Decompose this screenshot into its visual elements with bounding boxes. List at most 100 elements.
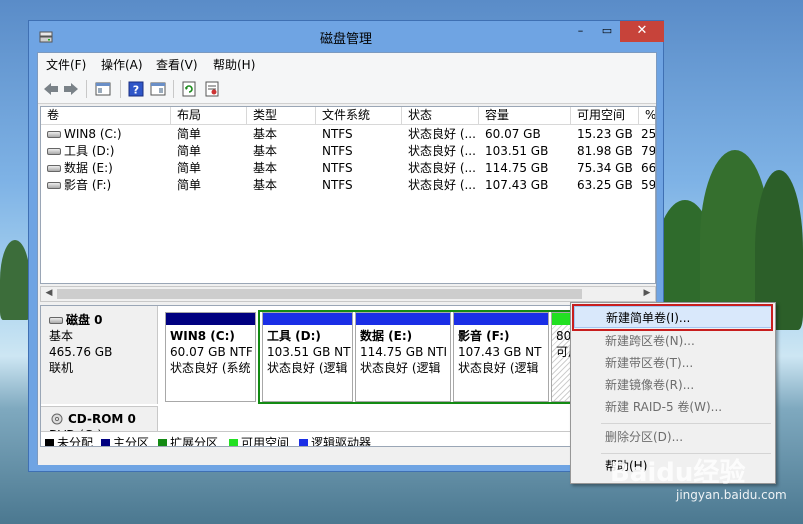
volume-status: 状态良好 (...: [408, 161, 476, 175]
menu-separator: [601, 423, 771, 424]
legend-label: 主分区: [113, 436, 150, 447]
menu-file[interactable]: 文件(F): [46, 56, 86, 73]
menu-action[interactable]: 操作(A): [101, 56, 143, 73]
partition-title: WIN8 (C:): [170, 329, 235, 343]
partition-e[interactable]: 数据 (E:) 114.75 GB NTI 状态良好 (逻辑: [355, 312, 451, 402]
legend-label: 扩展分区: [170, 436, 219, 447]
menu-item-delete-partition[interactable]: 删除分区(D)...: [574, 426, 772, 448]
forward-arrow-icon[interactable]: [61, 79, 81, 99]
partition-type-bar: [263, 313, 352, 325]
partition-status: 状态良好 (逻辑: [360, 361, 441, 375]
partition-status: 状态良好 (逻辑: [267, 361, 348, 375]
volume-filesystem: NTFS: [322, 178, 353, 192]
refresh-icon[interactable]: [179, 79, 199, 99]
drive-icon: [47, 165, 61, 172]
volume-percent: 25: [641, 127, 656, 141]
volume-filesystem: NTFS: [322, 127, 353, 141]
toolbar-separator: [173, 80, 174, 98]
minimize-button[interactable]: –: [567, 21, 594, 42]
toolbar-separator: [120, 80, 121, 98]
disk-graphical-view: 磁盘 0 基本 465.76 GB 联机 WIN8 (C:) 60.07 GB …: [40, 305, 656, 447]
partition-size: 60.07 GB NTF: [170, 345, 253, 359]
title-bar[interactable]: 磁盘管理 – ▭ ✕: [29, 21, 664, 52]
legend-item: 主分区: [101, 434, 150, 447]
panel-icon[interactable]: [148, 79, 168, 99]
volume-free-space: 63.25 GB: [577, 178, 633, 192]
legend-swatch: [158, 439, 167, 446]
disk-name: 磁盘 0: [66, 313, 103, 327]
maximize-button[interactable]: ▭: [594, 21, 620, 42]
disk-name: CD-ROM 0: [68, 412, 136, 426]
legend-item: 未分配: [45, 434, 94, 447]
volume-free-space: 81.98 GB: [577, 144, 633, 158]
volume-filesystem: NTFS: [322, 161, 353, 175]
partition-size: 107.43 GB NT: [458, 345, 542, 359]
volume-layout: 简单: [177, 127, 202, 141]
watermark-url: jingyan.baidu.com: [676, 488, 787, 502]
watermark-logo: Baidu经验: [610, 458, 746, 488]
partition-c[interactable]: WIN8 (C:) 60.07 GB NTF 状态良好 (系统: [165, 312, 256, 402]
close-button[interactable]: ✕: [620, 21, 664, 42]
partition-type-bar: [356, 313, 450, 325]
partition-title: 数据 (E:): [360, 329, 413, 343]
partition-status: 状态良好 (系统: [170, 361, 251, 375]
scrollbar-thumb[interactable]: [57, 289, 582, 299]
volume-percent: 66: [641, 161, 656, 175]
menu-item-new-mirrored-volume[interactable]: 新建镜像卷(R)...: [574, 374, 772, 396]
legend-item: 可用空间: [229, 434, 289, 446]
toolbar-separator: [86, 80, 87, 98]
status-bar: [38, 449, 656, 465]
legend: 未分配 主分区 扩展分区 可用空间 逻辑驱动器: [41, 431, 655, 447]
scroll-left-icon[interactable]: ◀: [42, 288, 56, 298]
column-header-free-space[interactable]: 可用空间: [571, 107, 639, 125]
disk-0-label[interactable]: 磁盘 0 基本 465.76 GB 联机: [41, 306, 158, 404]
scroll-right-icon[interactable]: ▶: [640, 288, 654, 298]
column-header-percent[interactable]: %: [639, 107, 655, 125]
legend-label: 未分配: [57, 436, 94, 447]
menu-item-new-striped-volume[interactable]: 新建带区卷(T)...: [574, 352, 772, 374]
volume-name: 影音 (F:): [64, 178, 112, 192]
drive-icon: [47, 148, 61, 155]
drive-icon: [47, 131, 61, 138]
legend-item: 逻辑驱动器: [299, 434, 371, 446]
volume-capacity: 107.43 GB: [485, 178, 549, 192]
svg-text:?: ?: [133, 84, 139, 97]
help-icon[interactable]: ?: [126, 79, 146, 99]
volume-layout: 简单: [177, 144, 202, 158]
volume-list: 卷 布局 类型 文件系统 状态 容量 可用空间 % WIN8 (C:) 简单 基…: [40, 106, 656, 284]
volume-free-space: 75.34 GB: [577, 161, 633, 175]
partition-f[interactable]: 影音 (F:) 107.43 GB NT 状态良好 (逻辑: [453, 312, 549, 402]
menu-item-new-raid5-volume[interactable]: 新建 RAID-5 卷(W)...: [574, 396, 772, 418]
volume-status: 状态良好 (...: [408, 178, 476, 192]
horizontal-scrollbar[interactable]: ◀ ▶: [40, 286, 656, 302]
column-header-filesystem[interactable]: 文件系统: [316, 107, 402, 125]
volume-type: 基本: [253, 127, 278, 141]
column-header-capacity[interactable]: 容量: [479, 107, 571, 125]
volume-layout: 简单: [177, 178, 202, 192]
partition-title: 工具 (D:): [267, 329, 321, 343]
legend-swatch: [45, 439, 54, 446]
partition-type-bar: [166, 313, 255, 325]
volume-percent: 79: [641, 144, 656, 158]
menu-view[interactable]: 查看(V): [156, 56, 198, 73]
panel-icon[interactable]: [93, 79, 113, 99]
disk-state: 联机: [49, 361, 74, 375]
legend-item: 扩展分区: [158, 434, 219, 447]
highlight-annotation-box: [572, 304, 773, 331]
column-header-type[interactable]: 类型: [247, 107, 316, 125]
volume-name: WIN8 (C:): [64, 127, 122, 141]
volume-capacity: 103.51 GB: [485, 144, 549, 158]
volume-type: 基本: [253, 178, 278, 192]
column-header-volume[interactable]: 卷: [41, 107, 171, 125]
volume-free-space: 15.23 GB: [577, 127, 633, 141]
partition-d[interactable]: 工具 (D:) 103.51 GB NT 状态良好 (逻辑: [262, 312, 353, 402]
cd-drive-icon: [51, 413, 63, 425]
column-header-layout[interactable]: 布局: [171, 107, 247, 125]
properties-icon[interactable]: [202, 79, 222, 99]
menu-item-new-spanned-volume[interactable]: 新建跨区卷(N)...: [574, 330, 772, 352]
toolbar: ?: [38, 74, 656, 104]
column-header-status[interactable]: 状态: [402, 107, 479, 125]
partition-status: 状态良好 (逻辑: [458, 361, 539, 375]
menu-help[interactable]: 帮助(H): [213, 56, 255, 73]
back-arrow-icon[interactable]: [41, 79, 61, 99]
